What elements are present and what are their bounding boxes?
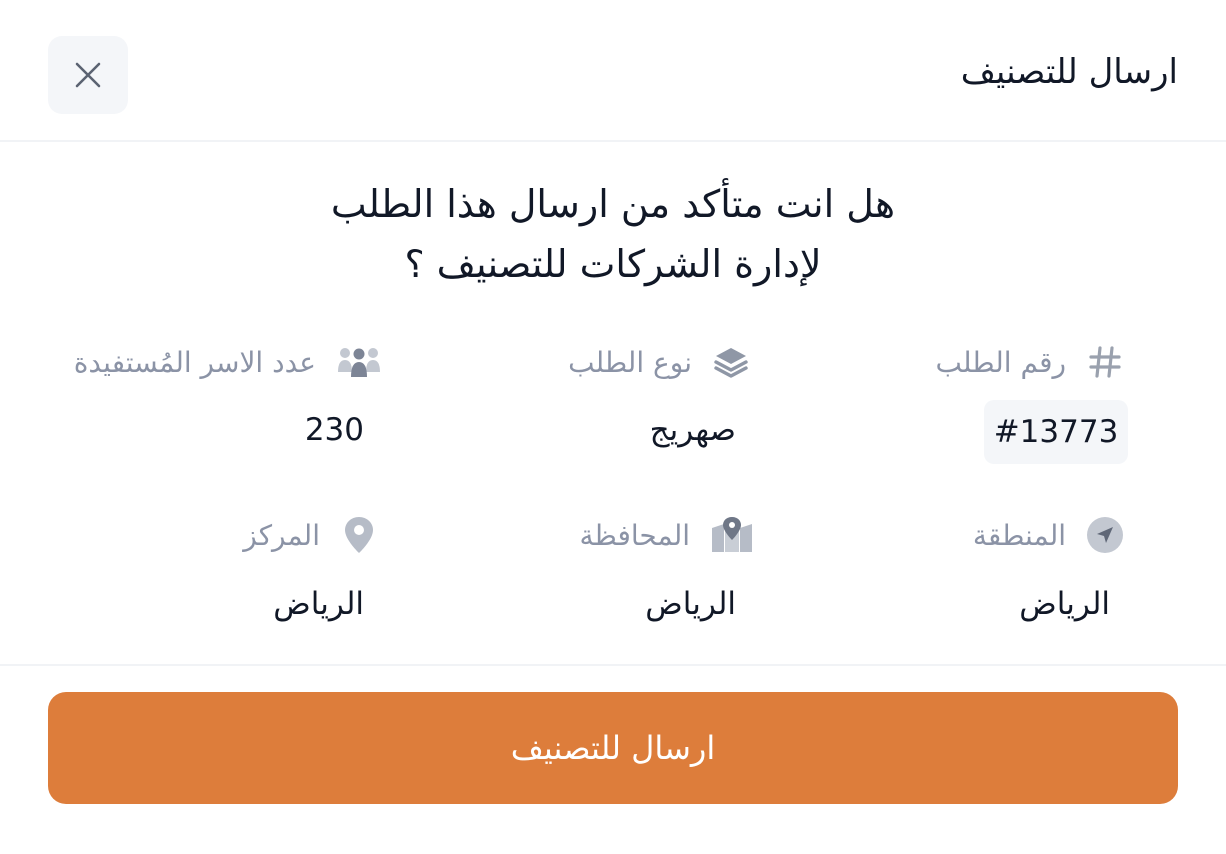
center-value: الرياض [273, 586, 364, 622]
governorate-label: المحافظة [579, 518, 690, 552]
footer-divider [0, 664, 1226, 666]
layers-icon [712, 343, 750, 381]
region-label: المنطقة [972, 518, 1066, 552]
center-label-row: المركز [243, 516, 378, 554]
order-type-value: صهريج [649, 412, 736, 448]
order-details: رقم الطلب #13773 نوع الطلب صهريج عدد الا… [0, 0, 1226, 660]
region-label-row: المنطقة [973, 516, 1124, 554]
families-count-value: 230 [304, 412, 364, 448]
region-value: الرياض [1019, 586, 1110, 622]
center-label: المركز [243, 518, 320, 552]
send-for-classification-button[interactable]: ارسال للتصنيف [48, 692, 1178, 804]
map-icon [710, 516, 754, 554]
order-number-label-row: رقم الطلب [936, 343, 1124, 381]
hash-icon [1086, 343, 1124, 381]
people-group-icon [336, 343, 382, 381]
governorate-value: الرياض [645, 586, 736, 622]
order-number-value: #13773 [984, 400, 1128, 464]
families-count-label-row: عدد الاسر المُستفيدة [74, 343, 382, 381]
order-type-label-row: نوع الطلب [568, 343, 750, 381]
submit-button-label: ارسال للتصنيف [510, 729, 716, 767]
governorate-label-row: المحافظة [580, 516, 754, 554]
navigation-arrow-icon [1086, 516, 1124, 554]
order-type-label: نوع الطلب [568, 345, 692, 379]
send-for-classification-dialog: ارسال للتصنيف هل انت متأكد من ارسال هذا … [0, 0, 1226, 854]
map-pin-icon [340, 516, 378, 554]
order-number-label: رقم الطلب [935, 345, 1066, 379]
families-count-label: عدد الاسر المُستفيدة [73, 345, 316, 379]
